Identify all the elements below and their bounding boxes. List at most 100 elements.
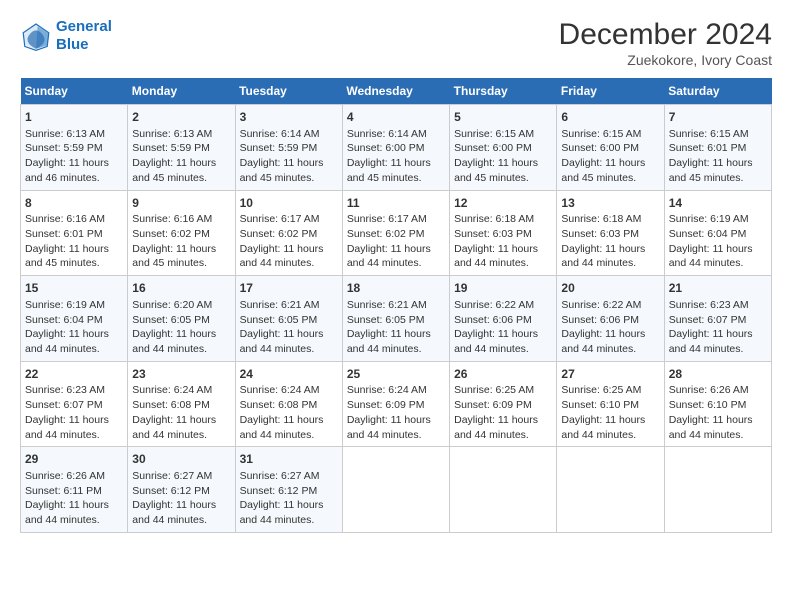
calendar-cell: 8Sunrise: 6:16 AMSunset: 6:01 PMDaylight… — [21, 190, 128, 276]
day-info: Sunset: 6:02 PM — [240, 227, 338, 242]
day-info: and 44 minutes. — [454, 428, 552, 443]
day-number: 9 — [132, 195, 230, 212]
calendar-cell: 14Sunrise: 6:19 AMSunset: 6:04 PMDayligh… — [664, 190, 771, 276]
day-info: Daylight: 11 hours — [132, 498, 230, 513]
calendar-cell: 1Sunrise: 6:13 AMSunset: 5:59 PMDaylight… — [21, 105, 128, 191]
day-info: Daylight: 11 hours — [454, 242, 552, 257]
day-number: 23 — [132, 366, 230, 383]
day-info: Daylight: 11 hours — [347, 413, 445, 428]
day-info: Daylight: 11 hours — [132, 413, 230, 428]
day-info: Daylight: 11 hours — [25, 156, 123, 171]
day-info: Daylight: 11 hours — [25, 413, 123, 428]
day-info: Daylight: 11 hours — [669, 413, 767, 428]
calendar-cell: 20Sunrise: 6:22 AMSunset: 6:06 PMDayligh… — [557, 276, 664, 362]
day-info: Sunset: 6:10 PM — [669, 398, 767, 413]
week-row-5: 29Sunrise: 6:26 AMSunset: 6:11 PMDayligh… — [21, 447, 772, 533]
day-info: Sunrise: 6:17 AM — [240, 212, 338, 227]
header-cell-thursday: Thursday — [450, 78, 557, 105]
day-number: 30 — [132, 451, 230, 468]
calendar-cell: 23Sunrise: 6:24 AMSunset: 6:08 PMDayligh… — [128, 361, 235, 447]
page-container: General Blue December 2024 Zuekokore, Iv… — [0, 0, 792, 543]
day-info: Sunset: 6:00 PM — [561, 141, 659, 156]
day-info: and 44 minutes. — [669, 256, 767, 271]
calendar-cell: 10Sunrise: 6:17 AMSunset: 6:02 PMDayligh… — [235, 190, 342, 276]
day-number: 10 — [240, 195, 338, 212]
day-number: 4 — [347, 109, 445, 126]
day-info: and 46 minutes. — [25, 171, 123, 186]
day-info: Sunset: 6:12 PM — [240, 484, 338, 499]
day-number: 22 — [25, 366, 123, 383]
day-number: 28 — [669, 366, 767, 383]
day-info: and 44 minutes. — [561, 428, 659, 443]
day-info: Sunrise: 6:19 AM — [669, 212, 767, 227]
calendar-cell — [342, 447, 449, 533]
day-info: Sunrise: 6:25 AM — [454, 383, 552, 398]
calendar-cell: 11Sunrise: 6:17 AMSunset: 6:02 PMDayligh… — [342, 190, 449, 276]
calendar-cell: 19Sunrise: 6:22 AMSunset: 6:06 PMDayligh… — [450, 276, 557, 362]
day-info: Sunset: 6:06 PM — [454, 313, 552, 328]
day-info: Sunrise: 6:26 AM — [25, 469, 123, 484]
day-info: and 44 minutes. — [561, 342, 659, 357]
calendar-cell: 3Sunrise: 6:14 AMSunset: 5:59 PMDaylight… — [235, 105, 342, 191]
header-cell-saturday: Saturday — [664, 78, 771, 105]
logo-text: General Blue — [56, 18, 112, 54]
day-info: Sunset: 6:09 PM — [347, 398, 445, 413]
day-info: Sunset: 6:09 PM — [454, 398, 552, 413]
calendar-cell: 5Sunrise: 6:15 AMSunset: 6:00 PMDaylight… — [450, 105, 557, 191]
day-number: 8 — [25, 195, 123, 212]
week-row-1: 1Sunrise: 6:13 AM Sunset: 5:59 PM Daylight… — [21, 105, 772, 191]
day-number: 12 — [454, 195, 552, 212]
day-info: Sunset: 5:59 PM — [132, 141, 230, 156]
day-info: Sunset: 6:03 PM — [561, 227, 659, 242]
week-row-3: 15Sunrise: 6:19 AMSunset: 6:04 PMDayligh… — [21, 276, 772, 362]
day-number: 25 — [347, 366, 445, 383]
header-cell-friday: Friday — [557, 78, 664, 105]
day-info: Sunrise: 6:16 AM — [25, 212, 123, 227]
day-info: Sunset: 6:08 PM — [240, 398, 338, 413]
day-info: Sunset: 6:05 PM — [240, 313, 338, 328]
header-cell-sunday: Sunday — [21, 78, 128, 105]
day-info: Sunrise: 6:22 AM — [454, 298, 552, 313]
calendar-cell: 21Sunrise: 6:23 AMSunset: 6:07 PMDayligh… — [664, 276, 771, 362]
day-info: and 45 minutes. — [132, 171, 230, 186]
day-info: Sunset: 6:07 PM — [25, 398, 123, 413]
day-info: Sunrise: 6:27 AM — [240, 469, 338, 484]
main-title: December 2024 — [559, 18, 772, 52]
day-info: and 44 minutes. — [454, 256, 552, 271]
logo-line2: Blue — [56, 36, 89, 53]
day-info: Daylight: 11 hours — [240, 327, 338, 342]
day-info: Sunrise: 6:24 AM — [347, 383, 445, 398]
day-info: Sunrise: 6:22 AM — [561, 298, 659, 313]
day-info: Sunset: 6:02 PM — [347, 227, 445, 242]
calendar-cell: 24Sunrise: 6:24 AMSunset: 6:08 PMDayligh… — [235, 361, 342, 447]
day-number: 13 — [561, 195, 659, 212]
calendar-cell: 22Sunrise: 6:23 AMSunset: 6:07 PMDayligh… — [21, 361, 128, 447]
day-info: Sunrise: 6:15 AM — [669, 127, 767, 142]
calendar-cell: 9Sunrise: 6:16 AMSunset: 6:02 PMDaylight… — [128, 190, 235, 276]
day-info: Sunrise: 6:21 AM — [240, 298, 338, 313]
day-info: and 44 minutes. — [669, 428, 767, 443]
day-info: Daylight: 11 hours — [561, 413, 659, 428]
day-info: Daylight: 11 hours — [25, 327, 123, 342]
day-info: and 45 minutes. — [240, 171, 338, 186]
day-info: and 45 minutes. — [561, 171, 659, 186]
day-info: Sunrise: 6:13 AM — [25, 127, 123, 142]
calendar-cell: 30Sunrise: 6:27 AMSunset: 6:12 PMDayligh… — [128, 447, 235, 533]
calendar-cell: 12Sunrise: 6:18 AMSunset: 6:03 PMDayligh… — [450, 190, 557, 276]
day-info: Daylight: 11 hours — [669, 327, 767, 342]
day-number: 15 — [25, 280, 123, 297]
day-number: 14 — [669, 195, 767, 212]
day-number: 1 — [25, 109, 123, 126]
day-info: and 44 minutes. — [25, 342, 123, 357]
calendar-cell: 16Sunrise: 6:20 AMSunset: 6:05 PMDayligh… — [128, 276, 235, 362]
day-info: Sunset: 6:08 PM — [132, 398, 230, 413]
day-info: Sunrise: 6:19 AM — [25, 298, 123, 313]
calendar-cell: 2Sunrise: 6:13 AMSunset: 5:59 PMDaylight… — [128, 105, 235, 191]
day-info: Sunset: 6:00 PM — [454, 141, 552, 156]
day-number: 3 — [240, 109, 338, 126]
day-number: 31 — [240, 451, 338, 468]
day-number: 18 — [347, 280, 445, 297]
day-info: Daylight: 11 hours — [132, 242, 230, 257]
day-info: Sunrise: 6:23 AM — [25, 383, 123, 398]
day-info: and 44 minutes. — [25, 428, 123, 443]
